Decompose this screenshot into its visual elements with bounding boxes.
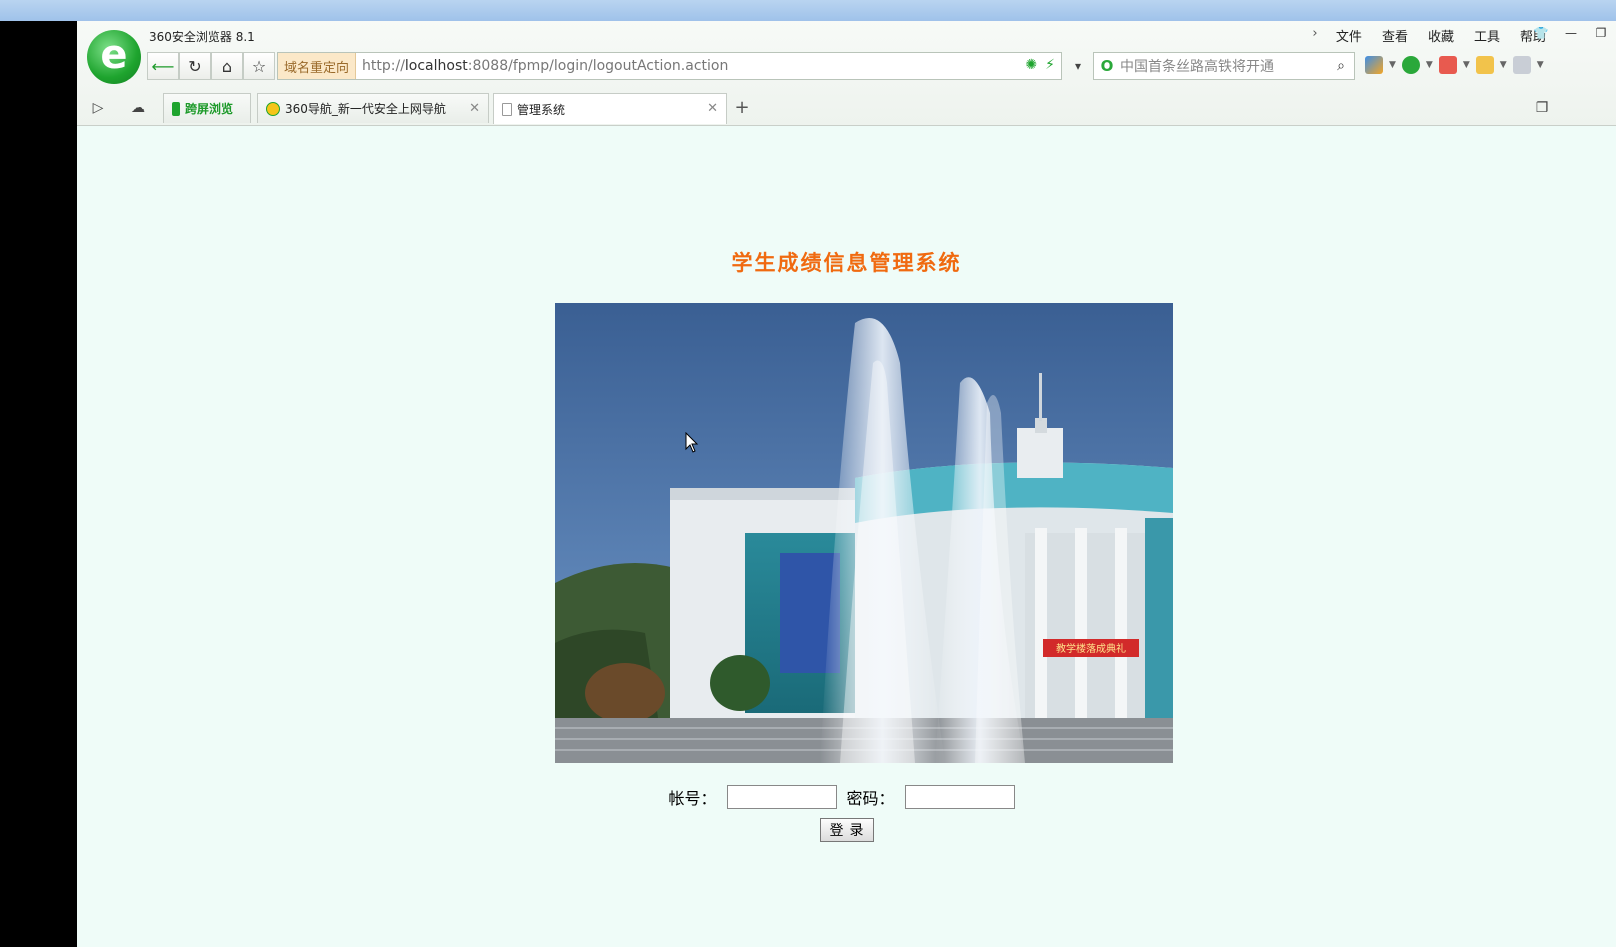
phone-icon [172,101,180,116]
apps-icon[interactable] [1365,56,1383,74]
menu-item-tools[interactable]: 工具 [1464,26,1510,45]
back-arrow-icon[interactable]: ⟵ [147,52,179,80]
search-input[interactable]: 中国首条丝路高铁将开通 [1120,56,1328,76]
page-content: 学生成绩信息管理系统 教学楼落成典礼 帐号： 密码： 登录 [77,127,1616,947]
address-bar[interactable]: 域名重定向 http://localhost:8088/fpmp/login/l… [277,52,1062,80]
chevron-down-icon[interactable]: ▼ [1426,56,1433,74]
address-icons: ✺ ⚡ [1025,57,1055,73]
browser-chrome: e 360安全浏览器 8.1 › 文件 查看 收藏 工具 帮助 👕 — ❐ ⟵ … [77,21,1616,126]
page-icon [502,102,512,116]
os-title-strip [0,0,1616,21]
window-controls: 👕 — ❐ [1526,23,1616,43]
password-input[interactable] [904,785,1015,809]
chevron-down-icon[interactable]: ▼ [1500,56,1507,74]
search-icon[interactable]: ⌕ [1328,58,1354,74]
tab-label: 管理系统 [517,102,566,117]
tab-label: 360导航_新一代安全上网导航 [285,102,446,116]
pdf-icon[interactable] [1438,56,1457,74]
speed-mode-icon[interactable]: ✺ [1025,57,1037,73]
maximize-icon[interactable]: ❐ [1586,23,1616,43]
app-title: 360安全浏览器 8.1 [149,30,255,44]
menu-bar: › 文件 查看 收藏 工具 帮助 [1304,26,1556,45]
tab-360-nav[interactable]: 360导航_新一代安全上网导航 ✕ [257,93,489,123]
campus-photo: 教学楼落成典礼 [555,303,1173,763]
new-tab-button[interactable]: + [731,97,753,119]
star-icon[interactable]: ☆ [243,52,275,80]
desktop-left-edge [0,21,77,947]
login-button-row: 登录 [77,818,1616,842]
login-fields: 帐号： 密码： [77,785,1616,809]
menu-item-favorites[interactable]: 收藏 [1418,26,1464,45]
search-box[interactable]: O 中国首条丝路高铁将开通 ⌕ [1093,52,1355,80]
chevron-down-icon[interactable]: ▼ [1463,56,1470,74]
menu-item-view[interactable]: 查看 [1372,26,1418,45]
login-form: 帐号： 密码： 登录 [77,785,1616,842]
login-button[interactable]: 登录 [819,818,874,842]
account-input[interactable] [726,785,837,809]
cloud-icon[interactable]: ☁ [125,97,151,119]
navigation-row: ⟵ ↻ ⌂ ☆ 域名重定向 http://localhost:8088/fpmp… [147,52,1612,80]
tab-label: 跨屏浏览 [185,102,234,116]
minimize-icon[interactable]: — [1556,23,1586,43]
page-title: 学生成绩信息管理系统 [731,250,962,275]
chevron-down-icon[interactable]: ▼ [1389,56,1396,74]
extension-bar: ▼ ▼ ▼ ▼ ▼ [1365,56,1544,74]
lightning-icon[interactable]: ⚡ [1045,57,1055,73]
chevron-down-icon[interactable]: ▼ [1537,56,1544,74]
account-label: 帐号： [668,789,717,808]
chevron-right-icon[interactable]: › [1304,26,1326,45]
navigation-plus-icon [266,101,280,116]
tab-management-system[interactable]: 管理系统 ✕ [493,93,727,124]
money-icon[interactable] [1401,56,1420,74]
redirect-badge[interactable]: 域名重定向 [278,53,357,79]
home-icon[interactable]: ⌂ [211,52,243,80]
search-engine-icon[interactable]: O [1094,57,1120,75]
address-dropdown-icon[interactable]: ▾ [1065,52,1091,80]
banner-text: 教学楼落成典礼 [1056,642,1126,655]
tab-cross-screen[interactable]: 跨屏浏览 [163,93,251,123]
screenshot-icon[interactable] [1475,56,1494,74]
image-icon[interactable] [1512,56,1531,74]
url-text[interactable]: http://localhost:8088/fpmp/login/logoutA… [356,58,728,74]
close-icon[interactable]: ✕ [469,101,480,116]
browser-logo-icon[interactable]: e [87,30,141,84]
refresh-icon[interactable]: ↻ [179,52,211,80]
tab-list-icon[interactable]: ❐ [1529,97,1555,119]
menu-item-file[interactable]: 文件 [1326,26,1372,45]
sidebar-toggle-icon[interactable]: ▷ [85,97,111,119]
tab-strip: ▷ ☁ 跨屏浏览 360导航_新一代安全上网导航 ✕ 管理系统 ✕ + ❐ [77,91,1616,124]
browser-window: e 360安全浏览器 8.1 › 文件 查看 收藏 工具 帮助 👕 — ❐ ⟵ … [77,21,1616,947]
close-icon[interactable]: ✕ [707,101,718,116]
password-label: 密码： [846,789,895,808]
skin-icon[interactable]: 👕 [1526,23,1556,43]
